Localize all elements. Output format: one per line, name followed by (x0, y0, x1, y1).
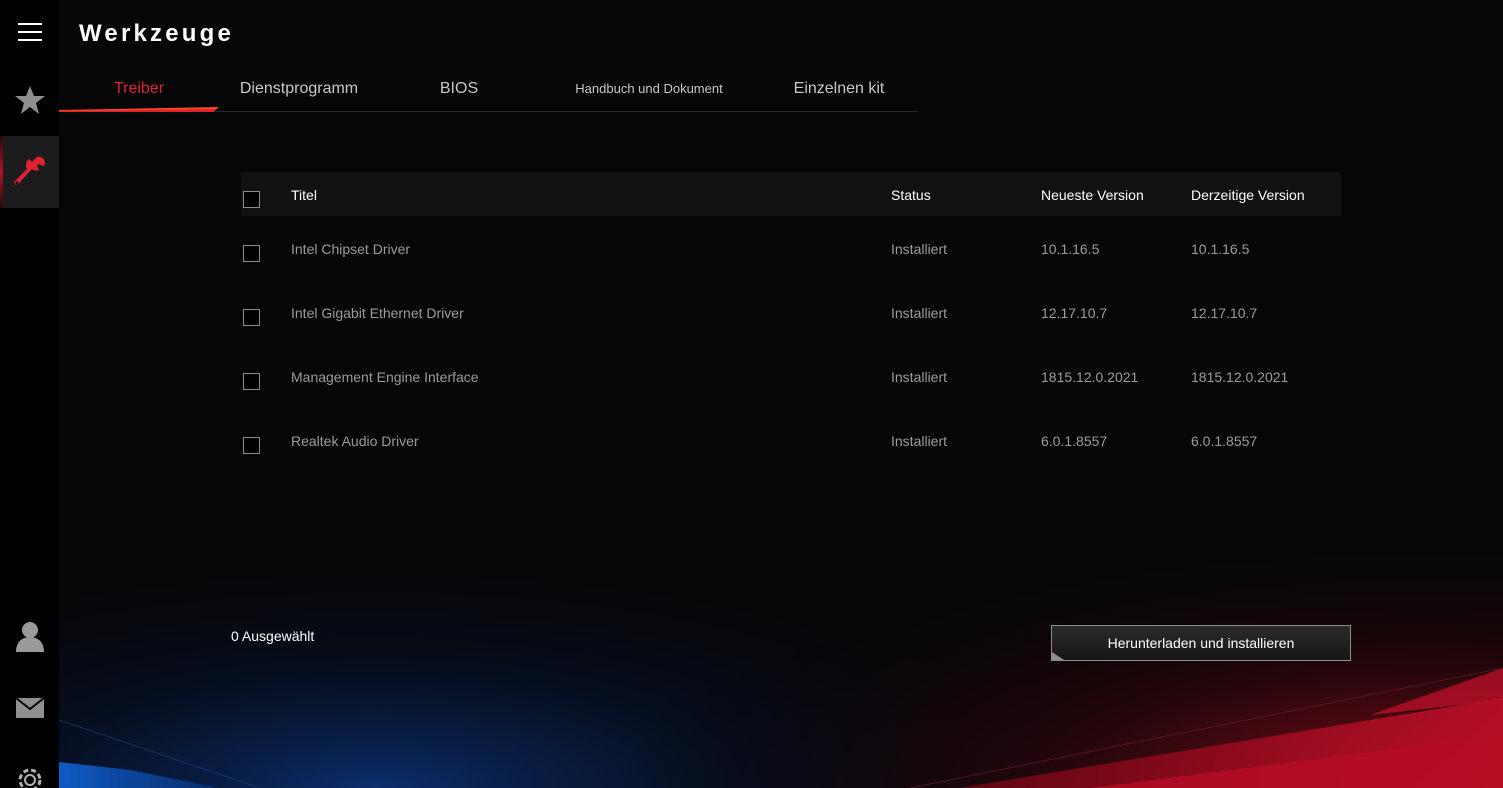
driver-status: Installiert (891, 433, 948, 449)
driver-current-version: 10.1.16.5 (1191, 241, 1250, 257)
wrench-icon (13, 156, 45, 185)
sidebar-item-account[interactable] (0, 604, 59, 668)
sidebar-item-tools[interactable] (0, 136, 59, 208)
driver-newest-version: 12.17.10.7 (1041, 305, 1108, 321)
driver-newest-version: 10.1.16.5 (1041, 241, 1100, 257)
page-title: Werkzeuge (79, 20, 235, 47)
tab-handbuch-und-dokument[interactable]: Handbuch und Dokument (539, 70, 759, 110)
row-checkbox[interactable] (243, 437, 260, 454)
driver-title: Realtek Audio Driver (291, 433, 419, 449)
row-checkbox[interactable] (243, 245, 260, 262)
active-tab-indicator (59, 107, 219, 112)
driver-title: Intel Gigabit Ethernet Driver (291, 305, 464, 321)
hamburger-menu-button[interactable] (0, 0, 59, 64)
gear-icon (18, 768, 41, 788)
driver-table: Titel Status Neueste Version Derzeitige … (241, 172, 1341, 472)
tab-treiber[interactable]: Treiber (59, 70, 219, 110)
driver-status: Installiert (891, 241, 948, 257)
driver-current-version: 12.17.10.7 (1191, 305, 1258, 321)
button-corner-decoration (1052, 652, 1064, 660)
hamburger-menu-icon (17, 23, 42, 41)
row-checkbox[interactable] (243, 309, 260, 326)
driver-title: Management Engine Interface (291, 369, 479, 385)
download-install-label: Herunterladen und installieren (1107, 635, 1295, 651)
star-icon (14, 86, 45, 114)
sidebar-item-favorites[interactable] (0, 68, 59, 132)
table-header: Titel Status Neueste Version Derzeitige … (241, 172, 1341, 216)
mail-icon (14, 697, 45, 718)
driver-title: Intel Chipset Driver (291, 241, 411, 257)
header-title: Titel (291, 187, 317, 203)
table-row[interactable]: Realtek Audio Driver Installiert 6.0.1.8… (241, 408, 1341, 472)
selected-count: 0 Ausgewählt (231, 628, 315, 644)
sidebar (0, 0, 59, 788)
tab-bios[interactable]: BIOS (379, 70, 539, 110)
sidebar-item-settings[interactable] (0, 748, 59, 788)
user-icon (15, 622, 44, 652)
driver-newest-version: 6.0.1.8557 (1041, 433, 1108, 449)
driver-status: Installiert (891, 305, 948, 321)
driver-status: Installiert (891, 369, 948, 385)
table-row[interactable]: Management Engine Interface Installiert … (241, 344, 1341, 408)
tab-einzelnen-kit[interactable]: Einzelnen kit (759, 70, 919, 110)
header-status: Status (891, 187, 931, 203)
sidebar-item-messages[interactable] (0, 676, 59, 740)
driver-newest-version: 1815.12.0.2021 (1041, 369, 1139, 385)
driver-current-version: 6.0.1.8557 (1191, 433, 1258, 449)
app-window: Werkzeuge Treiber Dienstprogramm BIOS Ha… (0, 0, 1503, 788)
download-install-button[interactable]: Herunterladen und installieren (1051, 625, 1351, 661)
header-current-version: Derzeitige Version (1191, 187, 1305, 203)
select-all-checkbox[interactable] (243, 191, 260, 208)
driver-current-version: 1815.12.0.2021 (1191, 369, 1289, 385)
tab-bar: Treiber Dienstprogramm BIOS Handbuch und… (59, 70, 918, 112)
table-row[interactable]: Intel Chipset Driver Installiert 10.1.16… (241, 216, 1341, 280)
header-newest-version: Neueste Version (1041, 187, 1144, 203)
table-row[interactable]: Intel Gigabit Ethernet Driver Installier… (241, 280, 1341, 344)
row-checkbox[interactable] (243, 373, 260, 390)
tab-dienstprogramm[interactable]: Dienstprogramm (219, 70, 379, 110)
